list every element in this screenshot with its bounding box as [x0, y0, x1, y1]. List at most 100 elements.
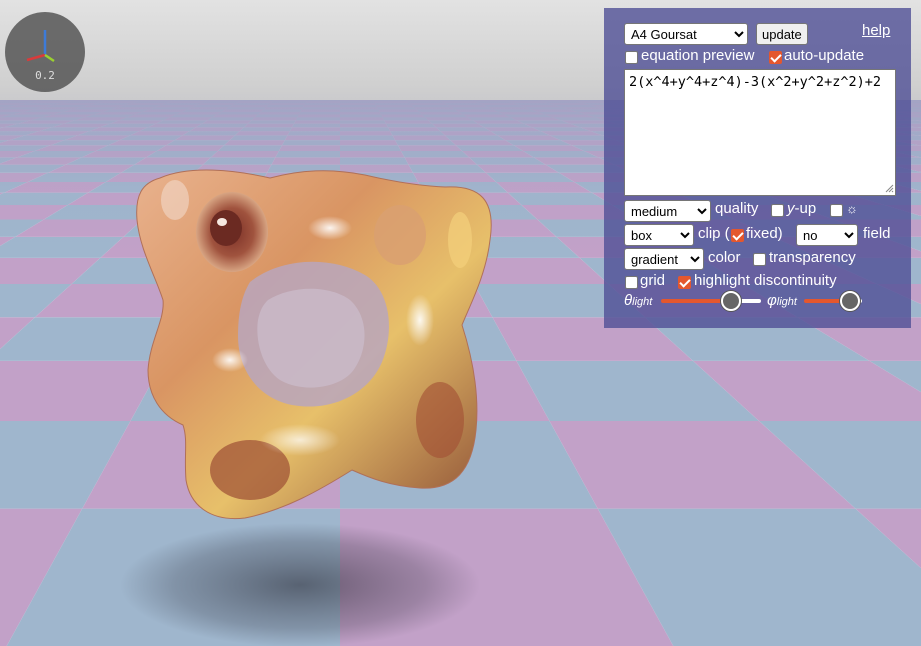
- floor-tile: [463, 96, 498, 98]
- phi-light-slider[interactable]: [804, 291, 862, 311]
- phi-slider-thumb[interactable]: [840, 291, 860, 311]
- floor-tile: [307, 98, 340, 100]
- floor-tile: [124, 95, 160, 97]
- floor-tile: [32, 95, 70, 97]
- floor-tile: [245, 96, 278, 98]
- floor-tile: [275, 98, 309, 100]
- theta-light-label: θlight: [624, 292, 652, 311]
- clip-select[interactable]: box: [624, 224, 694, 246]
- floor-tile: [186, 95, 220, 97]
- color-label: color: [708, 249, 741, 266]
- equation-preview-checkbox[interactable]: [625, 51, 638, 64]
- update-button[interactable]: update: [756, 23, 808, 45]
- preset-select[interactable]: A4 Goursat: [624, 23, 748, 45]
- floor-tile: [309, 95, 340, 97]
- quality-label: quality: [715, 200, 759, 217]
- floor-tile: [87, 96, 125, 98]
- y-up-checkbox[interactable]: [771, 204, 784, 217]
- floor-tile: [490, 95, 525, 97]
- transparency-checkbox[interactable]: [753, 253, 766, 266]
- floor-tile: [277, 96, 310, 98]
- floor-tile: [435, 98, 470, 100]
- floor-tile: [525, 96, 562, 98]
- clip-fixed-checkbox[interactable]: [731, 229, 744, 242]
- floor-tile: [402, 96, 435, 98]
- floor-tile: [400, 95, 432, 97]
- floor-tile: [0, 96, 1, 98]
- y-up-var: y: [787, 200, 795, 217]
- resize-grip-icon[interactable]: [884, 183, 894, 193]
- control-panel: A4 Goursat update help equation preview …: [604, 8, 911, 328]
- floor-tile: [1, 95, 40, 97]
- phi-subscript: light: [776, 296, 797, 308]
- zoom-scale-label: 0.2: [35, 69, 55, 82]
- floor-tile: [520, 95, 556, 97]
- clip-label: clip (: [698, 225, 730, 242]
- floor-tile: [494, 96, 530, 98]
- floor-tile: [150, 96, 186, 98]
- quality-select[interactable]: medium: [624, 200, 711, 222]
- floor-tile: [155, 95, 190, 97]
- floor-tile: [79, 98, 118, 100]
- y-up-rest: -up: [794, 200, 817, 217]
- floor-tile: [177, 98, 213, 100]
- theta-slider-thumb[interactable]: [721, 291, 741, 311]
- floor-tile: [63, 95, 100, 97]
- clip-fixed-label: fixed): [746, 225, 783, 242]
- floor-tile: [340, 95, 371, 97]
- floor-tile: [118, 96, 155, 98]
- floor-tile: [432, 96, 466, 98]
- floor-tile: [467, 98, 503, 100]
- color-select[interactable]: gradient: [624, 248, 704, 270]
- floor-tile: [498, 98, 535, 100]
- floor-tile: [308, 96, 340, 98]
- floor-tile: [910, 98, 921, 100]
- highlight-discontinuity-checkbox[interactable]: [678, 276, 691, 289]
- floor-tile: [182, 96, 217, 98]
- field-select[interactable]: no: [796, 224, 858, 246]
- floor-tile: [430, 95, 463, 97]
- theta-light-slider[interactable]: [661, 291, 761, 311]
- floor-tile: [0, 95, 10, 97]
- floor-tile: [460, 95, 494, 97]
- floor-tile: [278, 95, 310, 97]
- surface-shadow: [120, 523, 480, 646]
- phi-symbol: φ: [767, 292, 777, 309]
- floor-tile: [14, 98, 55, 100]
- floor-tile: [550, 95, 587, 97]
- grid-checkbox[interactable]: [625, 276, 638, 289]
- y-up-label: y-up: [787, 200, 816, 218]
- theta-subscript: light: [632, 296, 653, 308]
- phi-light-label: φlight: [767, 292, 797, 311]
- field-label: field: [863, 225, 891, 242]
- highlight-discontinuity-label: highlight discontinuity: [694, 272, 837, 289]
- sun-checkbox[interactable]: [830, 204, 843, 217]
- floor-tile: [340, 96, 372, 98]
- auto-update-label: auto-update: [784, 47, 865, 64]
- sun-icon: ☼: [846, 201, 858, 216]
- floor-tile: [112, 98, 150, 100]
- floor-tile: [23, 96, 63, 98]
- floor-tile: [248, 95, 280, 97]
- axis-gizmo[interactable]: 0.2: [5, 12, 85, 92]
- help-link[interactable]: help: [862, 22, 890, 39]
- floor-tile: [0, 98, 23, 100]
- floor-tile: [530, 98, 568, 100]
- auto-update-checkbox[interactable]: [769, 51, 782, 64]
- floor-tile: [217, 95, 250, 97]
- floor-tile: [210, 98, 245, 100]
- floor-tile: [562, 98, 601, 100]
- floor-tile: [403, 98, 437, 100]
- goursat-surface: [136, 169, 492, 520]
- floor-tile: [0, 96, 32, 98]
- floor-tile: [340, 98, 373, 100]
- floor-tile: [556, 96, 594, 98]
- floor-tile: [93, 95, 130, 97]
- floor-tile: [47, 98, 87, 100]
- equation-preview-label: equation preview: [641, 47, 755, 64]
- grid-label: grid: [640, 272, 666, 289]
- floor-tile: [372, 98, 406, 100]
- floor-tile: [242, 98, 276, 100]
- floor-tile: [213, 96, 247, 98]
- equation-input[interactable]: 2(x^4+y^4+z^4)-3(x^2+y^2+z^2)+2: [624, 69, 896, 196]
